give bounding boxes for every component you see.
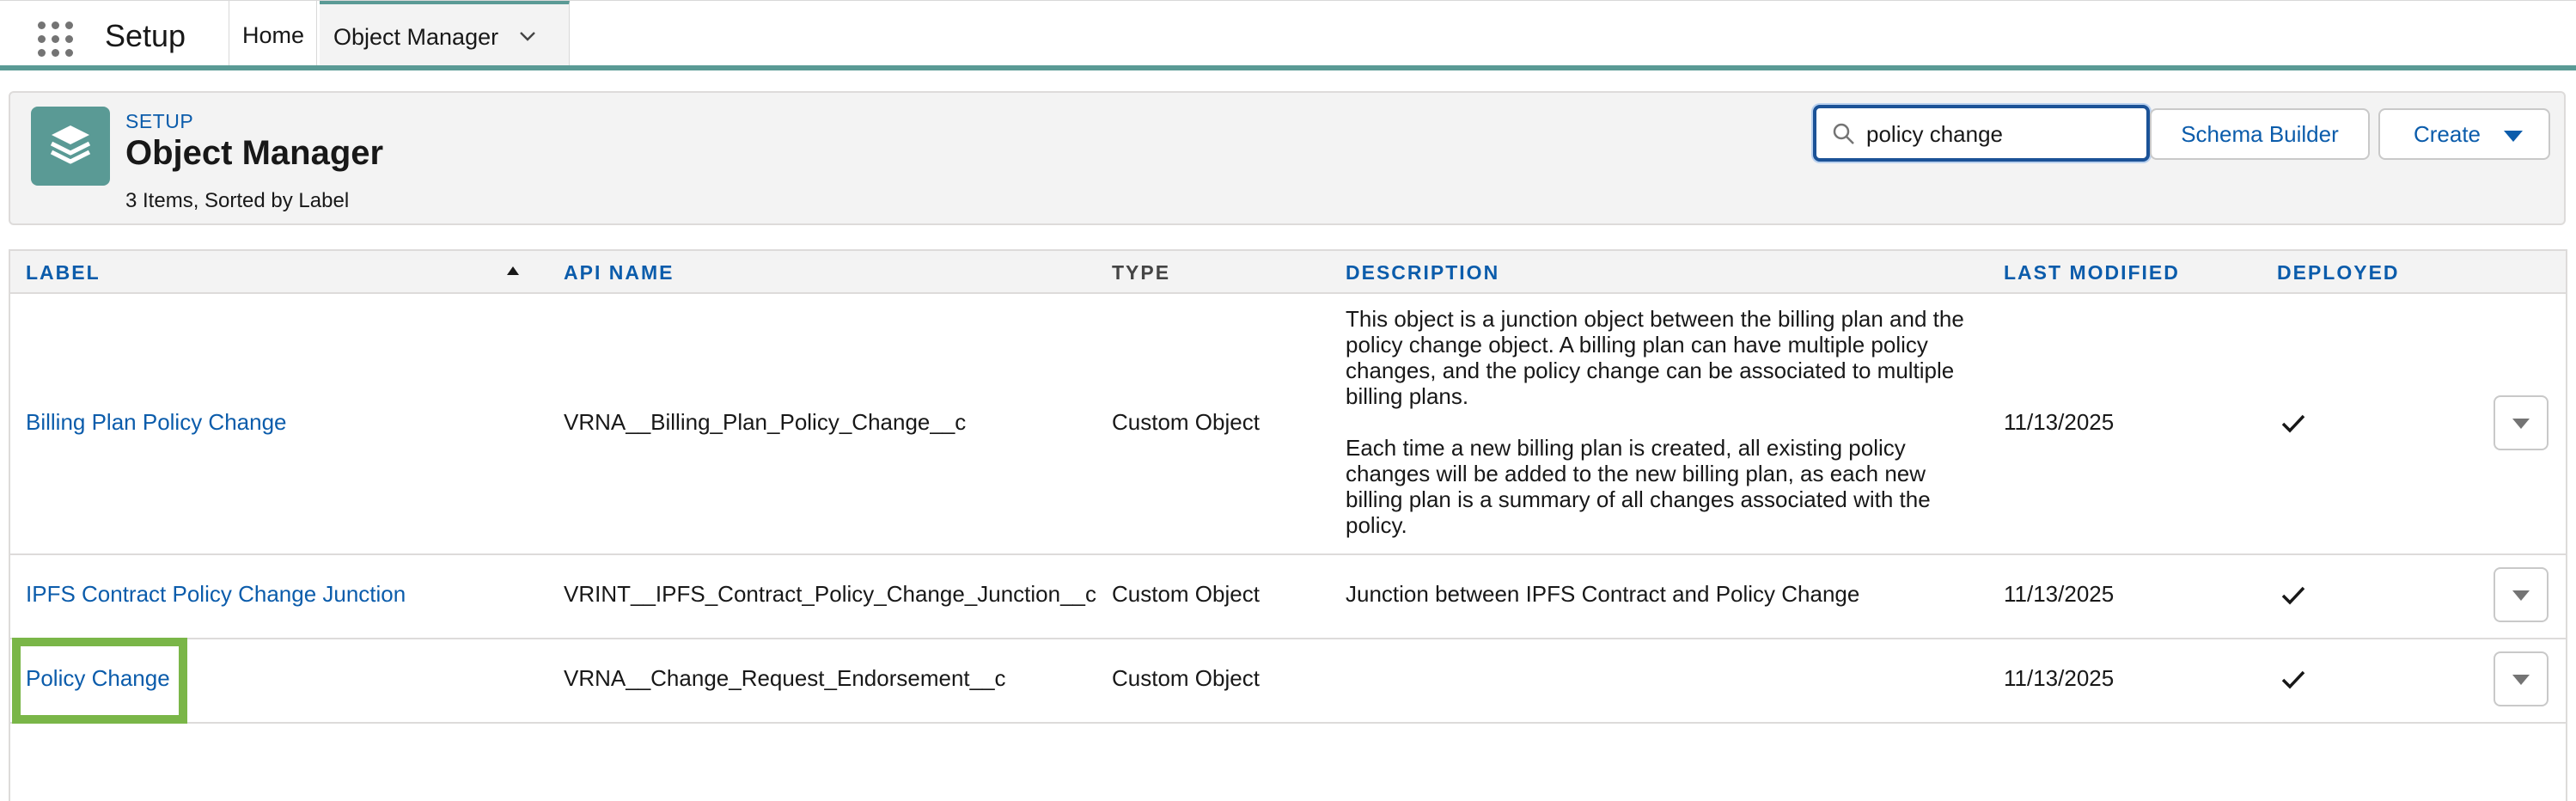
tab-object-manager[interactable]: Object Manager [320, 1, 570, 66]
last-modified: 11/13/2025 [2004, 581, 2115, 607]
page-title: Object Manager [125, 134, 384, 172]
table-row: IPFS Contract Policy Change Junction VRI… [10, 553, 2566, 639]
object-label-link[interactable]: IPFS Contract Policy Change Junction [26, 581, 406, 608]
description-paragraph: Each time a new billing plan is created,… [1346, 435, 1931, 538]
table-row: Policy Change VRNA__Change_Request_Endor… [10, 638, 2566, 724]
row-actions-menu[interactable] [2494, 651, 2549, 706]
column-header-last-modified[interactable]: LAST MODIFIED [2004, 261, 2180, 284]
row-actions-menu[interactable] [2494, 395, 2549, 450]
check-icon [2281, 586, 2305, 605]
create-button-label: Create [2413, 121, 2481, 147]
search-icon [1833, 123, 1854, 144]
description: This object is a junction object between… [1346, 306, 1964, 564]
check-icon [2281, 414, 2305, 433]
object-table: LABEL API NAME TYPE DESCRIPTION LAST MOD… [9, 249, 2567, 801]
chevron-down-icon[interactable] [517, 26, 538, 46]
search-input[interactable] [1865, 113, 2134, 155]
description: Junction between IPFS Contract and Polic… [1346, 581, 1860, 607]
column-header-description[interactable]: DESCRIPTION [1346, 261, 1499, 284]
breadcrumb: SETUP [125, 110, 194, 132]
table-header: LABEL API NAME TYPE DESCRIPTION LAST MOD… [10, 251, 2566, 294]
column-header-type: TYPE [1112, 261, 1171, 284]
check-icon [2281, 670, 2305, 689]
tab-object-manager-label: Object Manager [333, 24, 499, 50]
column-header-label[interactable]: LABEL [26, 261, 101, 284]
caret-down-icon [2512, 675, 2530, 685]
api-name: VRINT__IPFS_Contract_Policy_Change_Junct… [564, 581, 1097, 607]
object-type: Custom Object [1112, 665, 1260, 691]
column-header-api-name[interactable]: API NAME [564, 261, 674, 284]
object-type: Custom Object [1112, 581, 1260, 607]
tab-accent-bar [0, 65, 2576, 70]
api-name: VRNA__Billing_Plan_Policy_Change__c [564, 409, 967, 435]
tab-home[interactable]: Home [230, 1, 317, 66]
quick-find-search[interactable] [1813, 105, 2150, 162]
global-header: Setup Home Object Manager [0, 0, 2576, 66]
row-actions-menu[interactable] [2494, 567, 2549, 622]
last-modified: 11/13/2025 [2004, 665, 2115, 691]
object-label-link[interactable]: Policy Change [26, 665, 170, 692]
app-launcher-icon[interactable] [34, 18, 76, 59]
sort-ascending-icon[interactable] [507, 266, 519, 275]
page-header: SETUP Object Manager 3 Items, Sorted by … [9, 91, 2566, 225]
api-name: VRNA__Change_Request_Endorsement__c [564, 665, 1006, 691]
caret-down-icon [2504, 131, 2523, 142]
object-manager-icon [31, 107, 110, 186]
app-name: Setup [105, 18, 186, 53]
schema-builder-button[interactable]: Schema Builder [2150, 108, 2370, 160]
caret-down-icon [2512, 590, 2530, 601]
column-header-deployed[interactable]: DEPLOYED [2277, 261, 2400, 284]
object-label-link[interactable]: Billing Plan Policy Change [26, 409, 287, 436]
object-type: Custom Object [1112, 409, 1260, 435]
caret-down-icon [2512, 419, 2530, 429]
create-button[interactable]: Create [2378, 108, 2550, 160]
table-row: Billing Plan Policy Change VRNA__Billing… [10, 294, 2566, 555]
description-paragraph: This object is a junction object between… [1346, 306, 1964, 409]
item-count: 3 Items, Sorted by Label [125, 189, 350, 212]
last-modified: 11/13/2025 [2004, 409, 2115, 435]
